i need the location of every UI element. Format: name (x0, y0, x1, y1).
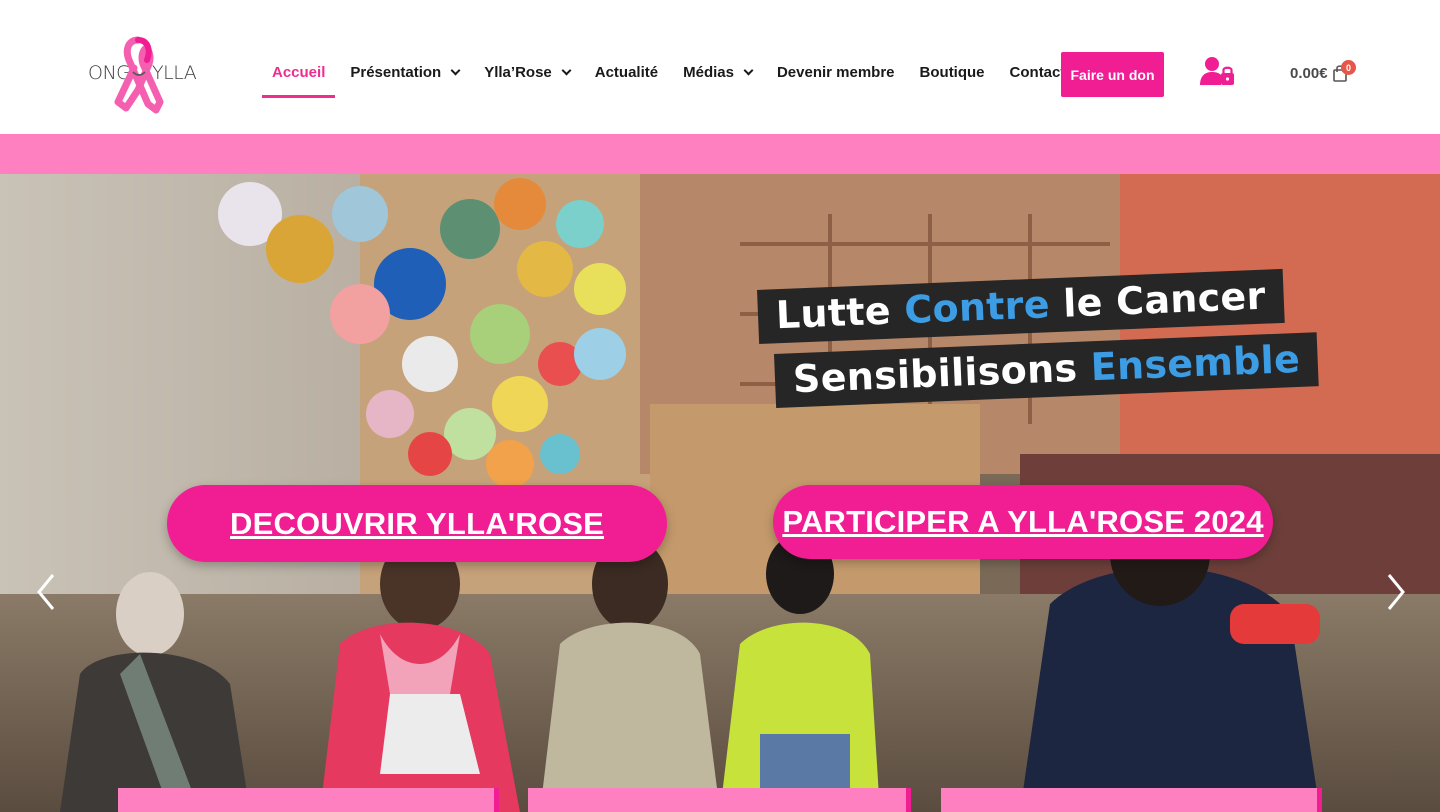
participate-yllarose-2024-button[interactable]: PARTICIPER A YLLA'ROSE 2024 (773, 485, 1273, 559)
feature-card[interactable] (941, 788, 1322, 812)
nav-item-label: Devenir membre (776, 63, 895, 81)
chevron-right-icon[interactable] (1380, 572, 1410, 612)
feature-card[interactable] (528, 788, 911, 812)
site-header: ONG YLLA Accueil Présentation Ylla’Rose … (0, 0, 1440, 134)
nav-item-presentation[interactable]: Présentation (340, 52, 469, 92)
chevron-down-icon (561, 65, 572, 75)
nav-item-label: Boutique (919, 63, 985, 81)
site-logo[interactable]: ONG YLLA (86, 36, 204, 114)
discover-yllarose-button[interactable]: DECOUVRIR YLLA'ROSE (167, 485, 667, 562)
hero-slider: Lutte Contre le Cancer Sensibilisons Ens… (0, 174, 1440, 812)
chevron-left-icon[interactable] (32, 572, 62, 612)
cart-count-badge: 0 (1341, 60, 1356, 75)
main-nav: Accueil Présentation Ylla’Rose Actualité… (262, 52, 1084, 98)
headline-accent-word: Ensemble (1089, 336, 1301, 390)
headline-word: Lutte (775, 288, 892, 338)
nav-item-label: Actualité (594, 63, 659, 81)
nav-item-boutique[interactable]: Boutique (910, 52, 995, 92)
user-lock-icon[interactable] (1199, 56, 1235, 86)
headline-accent-word: Contre (903, 282, 1051, 333)
logo-ylla-text: YLLA (152, 62, 197, 84)
nav-item-label: Accueil (272, 63, 326, 81)
chevron-down-icon (743, 65, 754, 75)
cart-total: 0.00€ (1290, 64, 1328, 82)
headline-word: Sensibilisons (792, 345, 1079, 402)
nav-item-actualite[interactable]: Actualité (585, 52, 668, 92)
nav-item-label: Présentation (350, 63, 442, 81)
donate-button[interactable]: Faire un don (1061, 52, 1164, 97)
nav-item-label: Ylla’Rose (484, 63, 552, 81)
nav-item-accueil[interactable]: Accueil (262, 52, 336, 98)
nav-item-yllarose[interactable]: Ylla’Rose (474, 52, 580, 92)
nav-item-medias[interactable]: Médias (673, 52, 762, 92)
headline-word: le Cancer (1062, 273, 1267, 326)
cart-link[interactable]: 0.00€ (1290, 64, 1348, 82)
nav-item-label: Médias (683, 63, 734, 81)
feature-card[interactable] (118, 788, 499, 812)
pink-banner-strip (0, 134, 1440, 174)
nav-item-devenir-membre[interactable]: Devenir membre (767, 52, 905, 92)
chevron-down-icon (450, 65, 461, 75)
